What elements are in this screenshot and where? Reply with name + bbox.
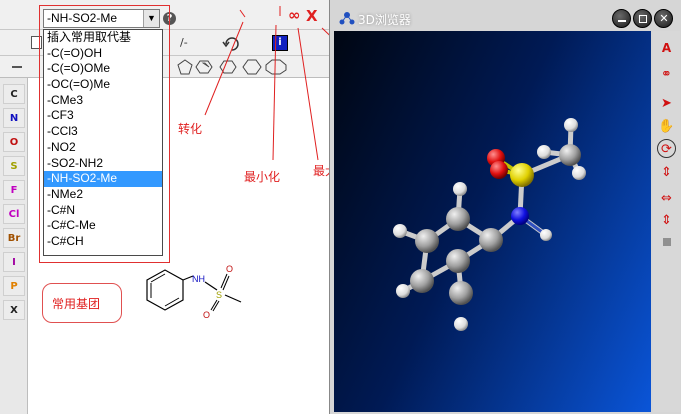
spin-icon[interactable]: ⇕	[657, 163, 676, 182]
annotation-convert: 转化	[178, 122, 203, 136]
element-o-button[interactable]: O	[3, 132, 25, 152]
element-c-button[interactable]: C	[3, 84, 25, 104]
element-x-button[interactable]: X	[3, 300, 25, 320]
molecule-2d-canvas[interactable]: NH S O O	[125, 260, 250, 335]
pointer-icon[interactable]: ➤	[657, 94, 676, 113]
rotate-icon[interactable]: ⟳	[657, 139, 676, 158]
element-cl-button[interactable]: Cl	[3, 204, 25, 224]
element-i-button[interactable]: I	[3, 252, 25, 272]
element-br-button[interactable]: Br	[3, 228, 25, 248]
close-button[interactable]: ✕	[654, 9, 673, 28]
hand-icon[interactable]: ✋	[657, 117, 676, 136]
infinity-glyph: ∞	[288, 6, 301, 24]
molecule-app-icon	[339, 12, 355, 25]
close-glyph: X	[306, 7, 318, 25]
bond-slash-button[interactable]: /-	[180, 36, 188, 49]
info-icon[interactable]: i	[272, 35, 288, 51]
minimize-icon	[618, 20, 626, 22]
molecule-s-label: S	[216, 290, 222, 300]
stop-icon[interactable]	[657, 233, 676, 252]
maximize-icon	[639, 15, 647, 23]
maximize-button[interactable]	[633, 9, 652, 28]
molecule-o-bottom-label: O	[203, 310, 210, 320]
viewer-title: 3D浏览器	[358, 13, 411, 27]
molecule-nh-label: NH	[192, 274, 205, 284]
structure-editor-panel: /- i C N O S F Cl Br I P X -NH-SO2-Me ▼ …	[0, 0, 329, 414]
element-f-button[interactable]: F	[3, 180, 25, 200]
stop-square	[662, 238, 671, 246]
annotation-minimize: 最小化	[244, 170, 281, 184]
undo-arrow-icon[interactable]	[222, 34, 242, 52]
viewer-side-toolbar: A ⚭ ➤ ✋ ⟳ ⇕ ⇔ ⇕	[653, 31, 680, 412]
minimize-button[interactable]	[612, 9, 631, 28]
molecule-3d-render[interactable]	[334, 31, 651, 412]
close-icon: ✕	[659, 12, 669, 25]
link-icon[interactable]: ⚭	[657, 65, 676, 84]
element-p-button[interactable]: P	[3, 276, 25, 296]
callout-label: 常用基团	[52, 297, 101, 311]
molecule-o-top-label: O	[226, 264, 233, 274]
text-icon[interactable]: A	[657, 39, 676, 58]
viewer-titlebar[interactable]: 3D浏览器 ✕	[330, 5, 681, 31]
flip-horizontal-icon[interactable]: ⇔	[657, 189, 676, 208]
molecule-3d-viewport[interactable]	[334, 31, 651, 412]
flip-vertical-icon[interactable]: ⇕	[657, 211, 676, 230]
element-n-button[interactable]: N	[3, 108, 25, 128]
element-s-button[interactable]: S	[3, 156, 25, 176]
element-palette: C N O S F Cl Br I P X	[0, 78, 28, 414]
annotation-box-dropdown	[39, 5, 170, 263]
app-root: /- i C N O S F Cl Br I P X -NH-SO2-Me ▼ …	[0, 0, 681, 414]
viewer-3d-window: 3D浏览器 ✕ A ⚭ ➤ ✋ ⟳ ⇕ ⇔ ⇕	[329, 0, 681, 414]
